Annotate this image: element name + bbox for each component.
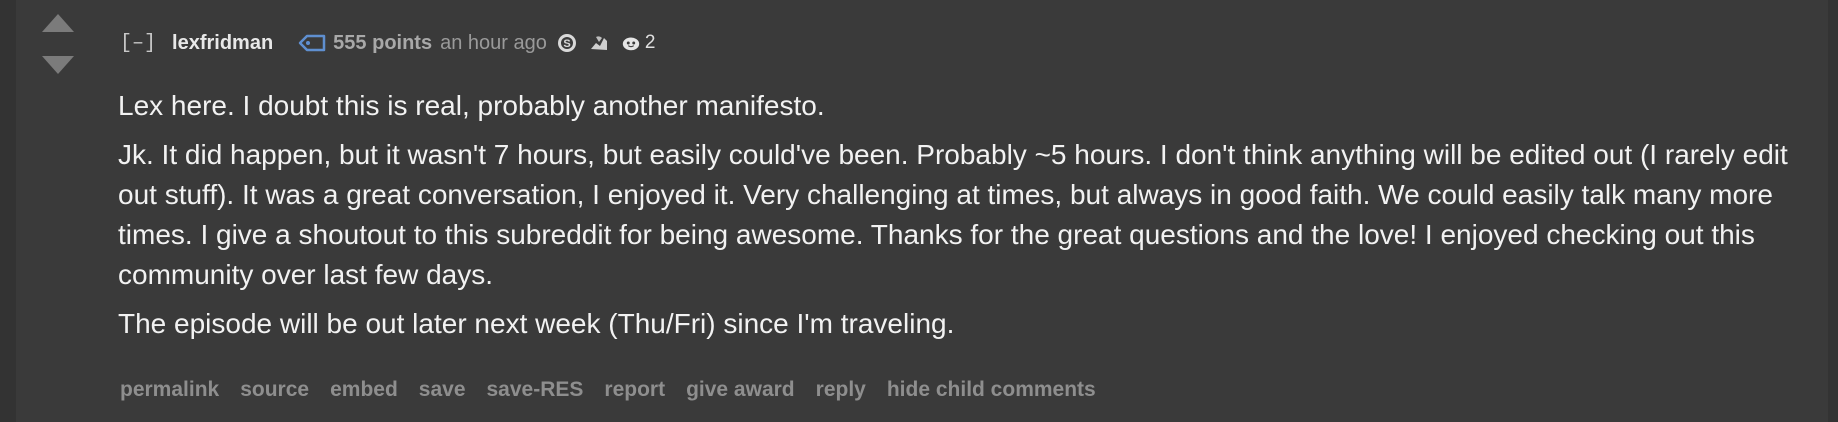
comment: [–] lexfridman 555 points an hour ago S xyxy=(16,0,1828,422)
downvote-arrow-icon[interactable] xyxy=(42,56,74,74)
author-link[interactable]: lexfridman xyxy=(172,32,273,55)
comment-score: 555 points xyxy=(333,31,433,54)
left-gutter xyxy=(0,0,16,422)
award-count: 2 xyxy=(644,32,656,53)
upvote-arrow-icon[interactable] xyxy=(42,14,74,32)
comment-body: Lex here. I doubt this is real, probably… xyxy=(118,86,1818,353)
hide-child-comments-button[interactable]: hide child comments xyxy=(887,378,1096,402)
reply-button[interactable]: reply xyxy=(816,378,866,402)
helpful-award-icon[interactable] xyxy=(589,33,609,53)
collapse-toggle[interactable]: [–] xyxy=(120,32,156,55)
right-gutter xyxy=(1828,0,1838,422)
comment-action-buttons: permalink source embed save save-RES rep… xyxy=(120,378,1117,402)
silver-award-icon[interactable]: S xyxy=(557,33,577,53)
user-tag-icon[interactable] xyxy=(297,32,327,54)
source-button[interactable]: source xyxy=(240,378,309,402)
save-res-button[interactable]: save-RES xyxy=(487,378,584,402)
page: [–] lexfridman 555 points an hour ago S xyxy=(0,0,1838,422)
comment-tagline: [–] lexfridman 555 points an hour ago S xyxy=(120,28,655,58)
comment-paragraph: Jk. It did happen, but it wasn't 7 hours… xyxy=(118,139,1788,290)
comment-timestamp[interactable]: an hour ago xyxy=(440,32,547,55)
svg-text:S: S xyxy=(563,38,570,50)
save-button[interactable]: save xyxy=(419,378,466,402)
report-button[interactable]: report xyxy=(604,378,665,402)
give-award-button[interactable]: give award xyxy=(686,378,795,402)
vote-column xyxy=(40,14,76,74)
permalink-button[interactable]: permalink xyxy=(120,378,219,402)
comment-paragraph: Lex here. I doubt this is real, probably… xyxy=(118,90,825,121)
comment-paragraph: The episode will be out later next week … xyxy=(118,308,955,339)
embed-button[interactable]: embed xyxy=(330,378,398,402)
wholesome-award-icon[interactable] xyxy=(621,33,641,53)
